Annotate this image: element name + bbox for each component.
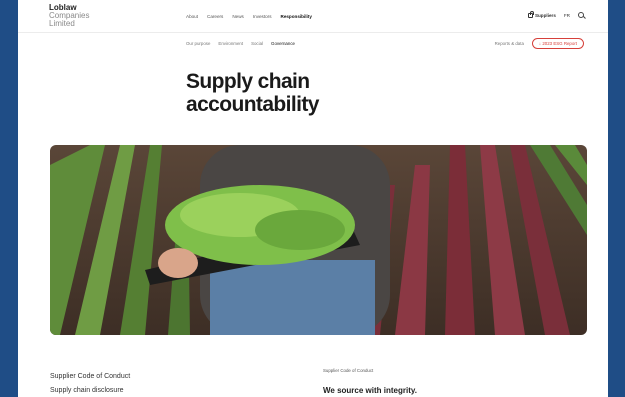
section-heading: We source with integrity. bbox=[323, 386, 417, 395]
nav-investors[interactable]: Investors bbox=[253, 14, 272, 19]
supply-chain-disclosure-link[interactable]: Supply chain disclosure bbox=[50, 384, 130, 397]
logo-line-3: Limited bbox=[49, 19, 75, 28]
suppliers-label: Suppliers bbox=[534, 12, 556, 18]
subnav-our-purpose[interactable]: Our purpose bbox=[186, 41, 210, 46]
language-toggle[interactable]: FR bbox=[564, 13, 570, 18]
hero-illustration bbox=[50, 145, 587, 335]
title-line-1: Supply chain bbox=[186, 70, 310, 93]
nav-about[interactable]: About bbox=[186, 14, 198, 19]
hero-image bbox=[50, 145, 587, 335]
nav-news[interactable]: News bbox=[232, 14, 244, 19]
section-actions: Reports & data ↓ 2023 ESG Report bbox=[495, 38, 584, 49]
main-nav: About Careers News Investors Responsibil… bbox=[186, 14, 312, 19]
supplier-code-link[interactable]: Supplier Code of Conduct bbox=[50, 370, 130, 384]
section-nav: Our purpose Environment Social Governanc… bbox=[186, 41, 295, 46]
company-logo[interactable]: Loblaw Companies Limited bbox=[49, 4, 89, 28]
section-eyebrow: Supplier Code of Conduct bbox=[323, 368, 374, 373]
lock-icon bbox=[527, 11, 534, 18]
subnav-environment[interactable]: Environment bbox=[218, 41, 243, 46]
subnav-social[interactable]: Social bbox=[251, 41, 263, 46]
site-header: Loblaw Companies Limited About Careers N… bbox=[18, 0, 608, 33]
esg-report-label: ↓ 2023 ESG Report bbox=[538, 41, 577, 46]
subnav-governance[interactable]: Governance bbox=[271, 41, 295, 46]
nav-responsibility[interactable]: Responsibility bbox=[281, 14, 312, 19]
nav-careers[interactable]: Careers bbox=[207, 14, 223, 19]
utility-nav: Suppliers FR bbox=[527, 11, 584, 18]
web-page: Loblaw Companies Limited About Careers N… bbox=[18, 0, 608, 397]
search-icon[interactable] bbox=[578, 12, 584, 18]
section-links: Supplier Code of Conduct Supply chain di… bbox=[50, 370, 130, 397]
esg-report-button[interactable]: ↓ 2023 ESG Report bbox=[531, 38, 584, 49]
suppliers-link[interactable]: Suppliers bbox=[527, 11, 556, 18]
reports-data-link[interactable]: Reports & data bbox=[495, 41, 524, 46]
page-title: Supply chain accountability bbox=[186, 70, 446, 116]
title-line-2: accountability bbox=[186, 93, 319, 116]
